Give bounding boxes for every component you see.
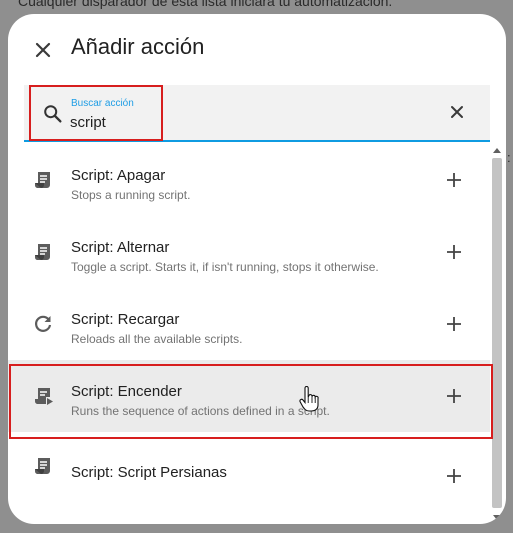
- dialog-header: Añadir acción: [8, 14, 506, 84]
- plus-icon[interactable]: [444, 314, 464, 334]
- search-icon: [42, 103, 64, 125]
- action-item-recargar[interactable]: Script: Recargar Reloads all the availab…: [8, 288, 490, 360]
- script-text-icon: [31, 240, 55, 264]
- script-text-icon: [31, 454, 55, 478]
- action-description: Reloads all the available scripts.: [71, 332, 243, 346]
- plus-icon[interactable]: [444, 242, 464, 262]
- scroll-down-arrow[interactable]: [493, 515, 501, 520]
- search-field[interactable]: Buscar acción: [24, 85, 490, 142]
- action-list: Script: Apagar Stops a running script. S…: [8, 144, 490, 524]
- dialog-title: Añadir acción: [71, 34, 205, 59]
- clear-icon[interactable]: [447, 102, 467, 122]
- plus-icon[interactable]: [444, 386, 464, 406]
- action-description: Toggle a script. Starts it, if isn't run…: [71, 260, 379, 274]
- action-title: Script: Script Persianas: [71, 464, 227, 481]
- plus-icon[interactable]: [444, 170, 464, 190]
- action-item-script-persianas[interactable]: Script: Script Persianas: [8, 432, 490, 504]
- reload-icon: [31, 312, 55, 336]
- scrollbar[interactable]: [490, 144, 506, 524]
- action-item-alternar[interactable]: Script: Alternar Toggle a script. Starts…: [8, 216, 490, 288]
- action-description: Runs the sequence of actions defined in …: [71, 404, 330, 418]
- action-item-encender[interactable]: Script: Encender Runs the sequence of ac…: [8, 360, 490, 432]
- action-item-apagar[interactable]: Script: Apagar Stops a running script.: [8, 144, 490, 216]
- search-input[interactable]: [70, 111, 390, 133]
- script-text-icon: [31, 168, 55, 192]
- action-title: Script: Apagar: [71, 167, 166, 184]
- search-label: Buscar acción: [71, 98, 134, 109]
- close-icon[interactable]: [31, 38, 55, 62]
- action-description: Stops a running script.: [71, 188, 191, 202]
- action-title: Script: Recargar: [71, 311, 180, 328]
- background-edge: :: [507, 150, 511, 165]
- action-title: Script: Alternar: [71, 239, 170, 256]
- action-title: Script: Encender: [71, 383, 182, 400]
- add-action-dialog: Añadir acción Buscar acción Script: Apag…: [8, 14, 506, 524]
- plus-icon[interactable]: [444, 466, 464, 486]
- script-play-icon: [31, 384, 55, 408]
- background-text: Cualquier disparador de esta lista inici…: [18, 0, 393, 9]
- scroll-up-arrow[interactable]: [493, 148, 501, 153]
- scroll-thumb[interactable]: [492, 158, 502, 508]
